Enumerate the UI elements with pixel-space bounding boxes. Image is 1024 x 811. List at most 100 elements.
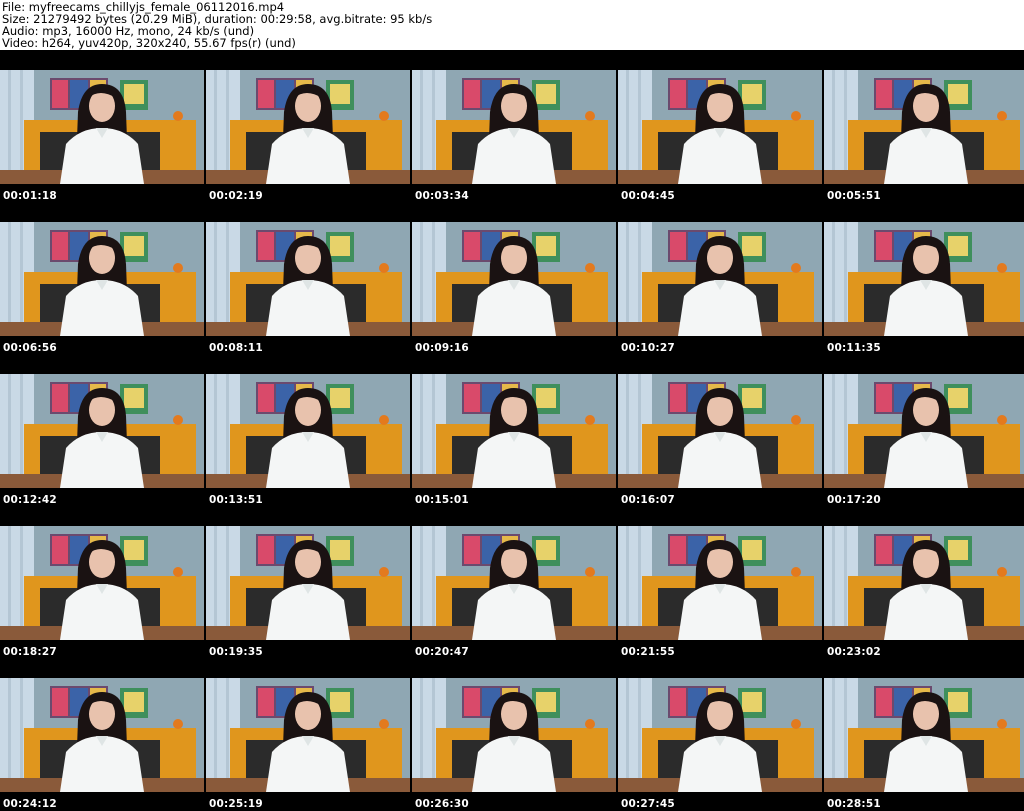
video-frame-image <box>618 222 822 336</box>
thumbnail-cell: 00:03:34 <box>412 50 616 202</box>
thumbnail-frame <box>412 222 616 336</box>
thumbnail-frame <box>618 678 822 792</box>
thumbnail-frame <box>412 526 616 640</box>
timestamp-label: 00:18:27 <box>3 646 57 658</box>
thumbnail-frame <box>0 678 204 792</box>
thumbnail-frame <box>618 70 822 184</box>
video-frame-image <box>206 526 410 640</box>
video-frame-image <box>824 374 1024 488</box>
timestamp-label: 00:01:18 <box>3 190 57 202</box>
video-frame-image <box>412 678 616 792</box>
thumbnail-frame <box>824 526 1024 640</box>
video-frame-image <box>412 374 616 488</box>
timestamp-label: 00:02:19 <box>209 190 263 202</box>
thumbnail-frame <box>206 678 410 792</box>
thumbnail-frame <box>824 678 1024 792</box>
thumbnail-cell: 00:10:27 <box>618 202 822 354</box>
timestamp-label: 00:28:51 <box>827 798 881 810</box>
timestamp-label: 00:17:20 <box>827 494 881 506</box>
timestamp-label: 00:27:45 <box>621 798 675 810</box>
timestamp-label: 00:06:56 <box>3 342 57 354</box>
timestamp-label: 00:24:12 <box>3 798 57 810</box>
video-frame-image <box>0 526 204 640</box>
thumbnail-cell: 00:02:19 <box>206 50 410 202</box>
video-frame-image <box>824 678 1024 792</box>
thumbnail-cell: 00:17:20 <box>824 354 1024 506</box>
video-frame-image <box>0 222 204 336</box>
thumbnail-cell: 00:19:35 <box>206 506 410 658</box>
video-frame-image <box>0 374 204 488</box>
thumbnail-cell: 00:24:12 <box>0 658 204 810</box>
thumbnail-frame <box>0 526 204 640</box>
thumbnail-grid: 00:01:18 00:02:19 00:03:34 00:04:45 00:0… <box>0 50 1024 811</box>
thumbnail-cell: 00:18:27 <box>0 506 204 658</box>
thumbnail-frame <box>618 526 822 640</box>
video-frame-image <box>206 222 410 336</box>
timestamp-label: 00:04:45 <box>621 190 675 202</box>
thumbnail-frame <box>824 70 1024 184</box>
video-frame-image <box>618 678 822 792</box>
video-frame-image <box>412 222 616 336</box>
thumbnail-cell: 00:23:02 <box>824 506 1024 658</box>
thumbnail-cell: 00:13:51 <box>206 354 410 506</box>
timestamp-label: 00:09:16 <box>415 342 469 354</box>
timestamp-label: 00:25:19 <box>209 798 263 810</box>
timestamp-label: 00:10:27 <box>621 342 675 354</box>
timestamp-label: 00:08:11 <box>209 342 263 354</box>
video-info: Video: h264, yuv420p, 320x240, 55.67 fps… <box>2 36 296 50</box>
video-frame-image <box>412 70 616 184</box>
thumbnail-frame <box>0 222 204 336</box>
timestamp-label: 00:15:01 <box>415 494 469 506</box>
thumbnail-cell: 00:09:16 <box>412 202 616 354</box>
thumbnail-cell: 00:08:11 <box>206 202 410 354</box>
thumbnail-frame <box>206 222 410 336</box>
thumbnail-cell: 00:01:18 <box>0 50 204 202</box>
timestamp-label: 00:23:02 <box>827 646 881 658</box>
thumbnail-frame <box>412 678 616 792</box>
thumbnail-frame <box>206 374 410 488</box>
thumbnail-frame <box>412 70 616 184</box>
thumbnail-cell: 00:20:47 <box>412 506 616 658</box>
thumbnail-frame <box>206 70 410 184</box>
timestamp-label: 00:19:35 <box>209 646 263 658</box>
video-frame-image <box>824 222 1024 336</box>
timestamp-label: 00:26:30 <box>415 798 469 810</box>
timestamp-label: 00:16:07 <box>621 494 675 506</box>
timestamp-label: 00:03:34 <box>415 190 469 202</box>
video-frame-image <box>618 70 822 184</box>
thumbnail-frame <box>824 222 1024 336</box>
timestamp-label: 00:12:42 <box>3 494 57 506</box>
thumbnail-frame <box>412 374 616 488</box>
timestamp-label: 00:11:35 <box>827 342 881 354</box>
timestamp-label: 00:20:47 <box>415 646 469 658</box>
thumbnail-cell: 00:12:42 <box>0 354 204 506</box>
timestamp-label: 00:05:51 <box>827 190 881 202</box>
thumbnail-cell: 00:28:51 <box>824 658 1024 810</box>
thumbnail-cell: 00:11:35 <box>824 202 1024 354</box>
thumbnail-cell: 00:15:01 <box>412 354 616 506</box>
thumbnail-frame <box>0 70 204 184</box>
video-frame-image <box>824 526 1024 640</box>
video-frame-image <box>206 70 410 184</box>
thumbnail-frame <box>618 374 822 488</box>
video-frame-image <box>824 70 1024 184</box>
thumbnail-cell: 00:05:51 <box>824 50 1024 202</box>
thumbnail-cell: 00:26:30 <box>412 658 616 810</box>
video-frame-image <box>206 374 410 488</box>
thumbnail-cell: 00:06:56 <box>0 202 204 354</box>
thumbnail-frame <box>618 222 822 336</box>
timestamp-label: 00:21:55 <box>621 646 675 658</box>
thumbnail-cell: 00:25:19 <box>206 658 410 810</box>
video-frame-image <box>206 678 410 792</box>
thumbnail-cell: 00:04:45 <box>618 50 822 202</box>
video-frame-image <box>412 526 616 640</box>
thumbnail-frame <box>824 374 1024 488</box>
timestamp-label: 00:13:51 <box>209 494 263 506</box>
thumbnail-cell: 00:21:55 <box>618 506 822 658</box>
video-frame-image <box>618 374 822 488</box>
thumbnail-cell: 00:16:07 <box>618 354 822 506</box>
video-frame-image <box>0 70 204 184</box>
thumbnail-frame <box>206 526 410 640</box>
thumbnail-cell: 00:27:45 <box>618 658 822 810</box>
thumbnail-frame <box>0 374 204 488</box>
